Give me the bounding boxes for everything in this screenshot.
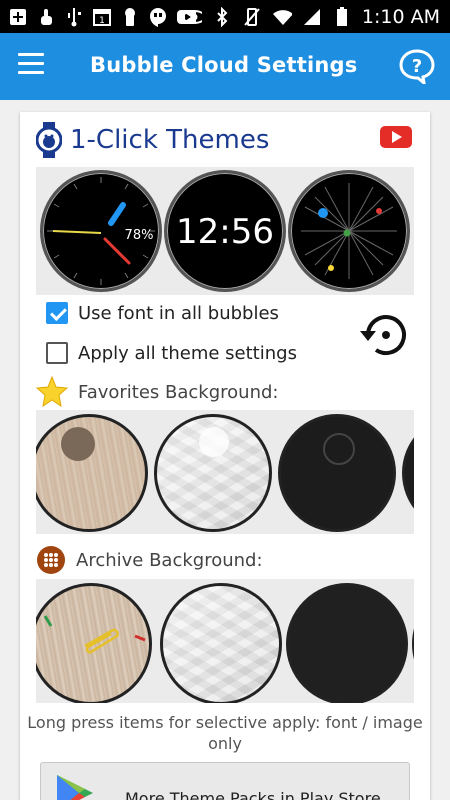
- favorites-label: Favorites Background:: [78, 381, 279, 403]
- long-press-hint: Long press items for selective apply: fo…: [27, 713, 423, 753]
- favorite-bg-partial[interactable]: [402, 414, 414, 532]
- use-font-checkbox-box[interactable]: [46, 302, 68, 324]
- apply-all-label: Apply all theme settings: [78, 342, 297, 364]
- wifi-icon: [272, 7, 292, 27]
- analog-watch-face: 78%: [47, 177, 155, 285]
- eye-icon: [181, 7, 202, 27]
- restore-icon: [360, 315, 406, 356]
- dots-watch-face: [301, 183, 397, 279]
- archive-header: Archive Background:: [36, 545, 263, 575]
- themes-title: 1-Click Themes: [70, 125, 270, 155]
- favorite-bg-cubes[interactable]: [154, 414, 272, 532]
- apply-all-checkbox-box[interactable]: [46, 342, 68, 364]
- watch-battery: 78%: [125, 228, 154, 243]
- play-store-button[interactable]: More Theme Packs in Play Store: [40, 762, 410, 800]
- menu-icon-line: [18, 62, 44, 65]
- add-icon: [8, 7, 28, 27]
- settings-card: 1-Click Themes 78% 12:56 Use font in all…: [20, 112, 430, 800]
- help-icon: ?: [399, 49, 435, 87]
- calendar-day: 1: [99, 16, 105, 26]
- apps-icon: [37, 546, 65, 574]
- favorite-bg-black[interactable]: [278, 414, 396, 532]
- use-font-label: Use font in all bubbles: [78, 302, 279, 324]
- apply-all-checkbox[interactable]: Apply all theme settings: [46, 342, 297, 364]
- archive-bg-black[interactable]: [286, 583, 408, 703]
- touch-icon: [36, 7, 56, 27]
- play-store-label: More Theme Packs in Play Store: [125, 789, 381, 800]
- archive-label: Archive Background:: [76, 549, 263, 571]
- archive-cubes-pattern: [163, 586, 279, 702]
- favorites-strip[interactable]: [36, 410, 414, 534]
- wood-circle-overlay: [61, 427, 95, 461]
- signal-icon: [302, 7, 322, 27]
- star-icon: [36, 376, 68, 408]
- theme-dots-watch[interactable]: [288, 170, 410, 292]
- keyhole-icon: [120, 7, 140, 27]
- vibrate-icon: [242, 7, 262, 27]
- themes-strip[interactable]: 78% 12:56: [36, 167, 414, 295]
- theme-analog-watch[interactable]: 78%: [40, 170, 162, 292]
- usb-icon: [64, 7, 84, 27]
- black-circle-overlay: [323, 433, 355, 465]
- cubes-circle-overlay: [199, 427, 229, 457]
- page-title: Bubble Cloud Settings: [90, 53, 358, 77]
- hangouts-icon: [148, 7, 168, 27]
- digital-watch-time: 12:56: [176, 212, 274, 252]
- youtube-button[interactable]: [380, 126, 412, 148]
- restore-button[interactable]: [354, 307, 410, 363]
- archive-bg-clips[interactable]: [36, 583, 152, 703]
- calendar-icon: 1: [92, 7, 112, 27]
- archive-bg-partial[interactable]: [412, 583, 414, 703]
- theme-digital-watch[interactable]: 12:56: [164, 170, 286, 292]
- bluetooth-icon: [212, 6, 232, 27]
- battery-icon: [332, 6, 352, 27]
- svg-text:?: ?: [412, 56, 422, 77]
- themes-header: 1-Click Themes: [36, 120, 269, 160]
- archive-bg-cubes[interactable]: [160, 583, 282, 703]
- status-bar: 1 1:10 AM: [0, 0, 450, 33]
- app-bar: Bubble Cloud Settings ?: [0, 33, 450, 100]
- menu-button[interactable]: [18, 53, 52, 79]
- status-time: 1:10 AM: [361, 5, 440, 28]
- play-store-icon: [57, 775, 93, 800]
- paperclips-image: [43, 615, 146, 654]
- menu-icon-line: [18, 71, 44, 74]
- use-font-checkbox[interactable]: Use font in all bubbles: [46, 302, 279, 324]
- watch-icon: [36, 122, 62, 158]
- archive-strip[interactable]: [36, 579, 414, 703]
- favorites-header: Favorites Background:: [36, 376, 278, 408]
- favorite-bg-wood[interactable]: [36, 414, 148, 532]
- menu-icon-line: [18, 53, 44, 56]
- help-button[interactable]: ?: [398, 48, 436, 87]
